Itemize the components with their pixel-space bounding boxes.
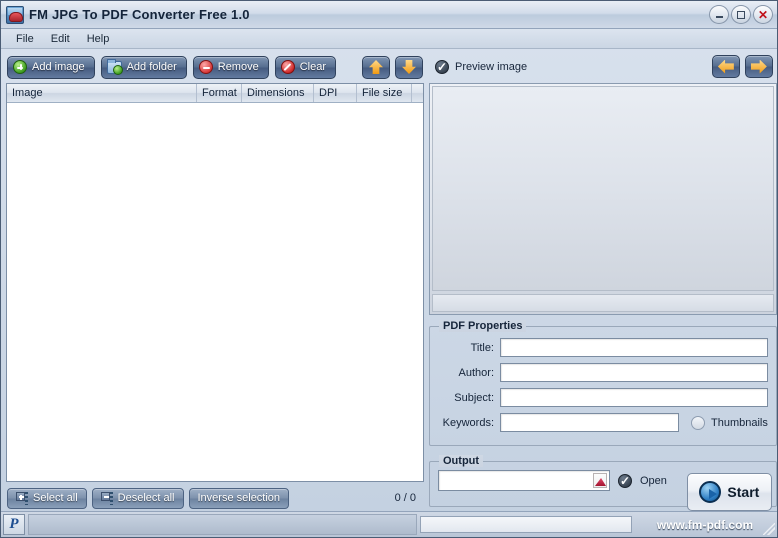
file-toolbar: Add image Add folder Remove Clear	[4, 53, 426, 81]
paypal-donate-button[interactable]: P	[3, 514, 25, 535]
column-header-image[interactable]: Image	[7, 84, 197, 102]
minimize-icon	[715, 16, 723, 18]
close-button[interactable]: ✕	[753, 5, 773, 24]
red-ban-circle-icon	[280, 60, 295, 74]
move-down-button[interactable]	[395, 55, 423, 79]
pdf-properties-group: PDF Properties Title: Author: Subject: K…	[429, 320, 777, 446]
clear-label: Clear	[299, 61, 327, 73]
pdf-keywords-label: Keywords:	[442, 416, 494, 429]
red-minus-circle-icon	[198, 60, 213, 74]
column-header-format[interactable]: Format	[197, 84, 242, 102]
inverse-selection-label: Inverse selection	[197, 492, 281, 504]
column-header-filesize[interactable]: File size	[357, 84, 412, 102]
pdf-title-input[interactable]	[500, 338, 768, 357]
thumbnails-checkbox[interactable]	[691, 415, 705, 430]
add-image-button[interactable]: Add image	[7, 55, 95, 79]
main-content: Add image Add folder Remove Clear Image …	[1, 49, 777, 511]
preview-navigation	[711, 55, 773, 78]
column-header-dpi[interactable]: DPI	[314, 84, 357, 102]
pdf-title-row: Title:	[438, 337, 768, 358]
preview-prev-button[interactable]	[711, 55, 740, 78]
application-window: FM JPG To PDF Converter Free 1.0 ✕ File …	[0, 0, 778, 538]
output-title: Output	[439, 455, 484, 467]
preview-image-checkbox[interactable]	[435, 59, 449, 75]
menu-item-file[interactable]: File	[9, 31, 41, 47]
image-list[interactable]: Image Format Dimensions DPI File size	[6, 83, 424, 482]
select-all-icon	[16, 491, 29, 505]
deselect-all-button[interactable]: Deselect all	[91, 487, 184, 509]
pdf-author-row: Author:	[438, 362, 768, 383]
file-list-pane: Add image Add folder Remove Clear Image …	[4, 53, 426, 511]
close-icon: ✕	[757, 7, 769, 22]
select-all-label: Select all	[33, 492, 78, 504]
image-list-header: Image Format Dimensions DPI File size	[7, 84, 423, 103]
folder-add-icon	[106, 58, 123, 75]
clear-button[interactable]: Clear	[274, 55, 337, 79]
pdf-subject-input[interactable]	[500, 388, 768, 407]
pdf-title-label: Title:	[470, 341, 494, 354]
paypal-icon: P	[9, 516, 19, 532]
thumbnails-label: Thumbnails	[711, 416, 768, 429]
add-image-label: Add image	[32, 61, 85, 73]
pdf-subject-row: Subject:	[438, 387, 768, 408]
status-spacer	[28, 514, 417, 535]
title-bar: FM JPG To PDF Converter Free 1.0 ✕	[1, 1, 777, 29]
arrow-up-icon	[369, 60, 383, 74]
green-plus-circle-icon	[13, 60, 27, 74]
arrow-right-icon	[750, 59, 767, 74]
maximize-button[interactable]	[731, 5, 751, 24]
minimize-button[interactable]	[709, 5, 729, 24]
pdf-author-input[interactable]	[500, 363, 768, 382]
remove-label: Remove	[217, 61, 259, 73]
pdf-keywords-input[interactable]	[500, 413, 679, 432]
preview-pane: Preview image PDF Properties	[429, 53, 777, 511]
column-header-spacer	[412, 84, 423, 102]
window-controls: ✕	[709, 5, 773, 24]
preview-image-label: Preview image	[455, 60, 528, 73]
column-header-dimensions[interactable]: Dimensions	[242, 84, 314, 102]
preview-next-button[interactable]	[744, 55, 773, 78]
status-bar: P www.fm-pdf.com	[1, 511, 777, 537]
resize-grip[interactable]	[763, 523, 775, 535]
image-list-body[interactable]	[7, 103, 423, 481]
pdf-author-label: Author:	[458, 366, 494, 379]
selection-bar: Select all Deselect all Inverse selectio…	[4, 485, 426, 511]
output-group: Output Open Start	[429, 455, 777, 511]
output-path-wrapper	[438, 470, 610, 491]
preview-container	[429, 83, 777, 315]
selection-counter: 0 / 0	[394, 492, 416, 504]
preview-scrollbar-strip[interactable]	[432, 294, 774, 312]
deselect-all-icon	[100, 491, 114, 505]
window-title: FM JPG To PDF Converter Free 1.0	[29, 7, 250, 22]
arrow-left-icon	[717, 59, 734, 74]
arrow-down-icon	[402, 60, 416, 74]
preview-canvas[interactable]	[432, 86, 774, 291]
app-photo-icon	[6, 5, 24, 24]
website-url[interactable]: www.fm-pdf.com	[635, 518, 775, 532]
inverse-selection-button[interactable]: Inverse selection	[188, 487, 290, 509]
menu-item-edit[interactable]: Edit	[44, 31, 77, 47]
menu-bar: File Edit Help	[1, 29, 777, 49]
pdf-keywords-row: Keywords: Thumbnails	[438, 412, 768, 433]
pdf-file-icon[interactable]	[593, 473, 607, 488]
preview-header: Preview image	[429, 53, 777, 80]
select-all-button[interactable]: Select all	[7, 487, 87, 509]
output-path-input[interactable]	[438, 470, 610, 491]
move-up-button[interactable]	[362, 55, 390, 79]
progress-bar	[420, 516, 632, 533]
deselect-all-label: Deselect all	[117, 492, 175, 504]
pdf-subject-label: Subject:	[454, 391, 494, 404]
pdf-properties-title: PDF Properties	[439, 320, 527, 332]
start-button-label: Start	[727, 484, 760, 500]
open-after-checkbox[interactable]	[618, 473, 632, 489]
start-button[interactable]: Start	[686, 473, 772, 511]
add-folder-button[interactable]: Add folder	[100, 55, 187, 79]
menu-item-help[interactable]: Help	[80, 31, 117, 47]
add-folder-label: Add folder	[126, 61, 177, 73]
maximize-icon	[737, 10, 745, 19]
play-circle-icon	[699, 481, 722, 503]
remove-button[interactable]: Remove	[192, 55, 269, 79]
open-after-label: Open	[640, 474, 667, 487]
